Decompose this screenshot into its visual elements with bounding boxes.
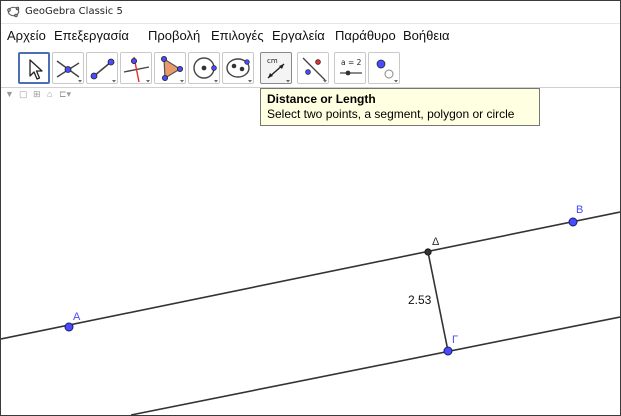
slider-icon: a = 2 (340, 58, 362, 76)
tooltip-description: Select two points, a segment, polygon or… (267, 107, 515, 121)
tooltip-title: Distance or Length (267, 92, 376, 106)
move-arrow-icon (29, 59, 43, 80)
reflect-tool-button[interactable] (297, 52, 329, 84)
geogebra-app-icon (7, 6, 20, 18)
point-gamma-label: Γ (452, 334, 458, 346)
conic-tool-button[interactable] (222, 52, 254, 84)
menu-window[interactable]: Παράθυρο (335, 28, 396, 43)
tool-tooltip: Distance or Length Select two points, a … (260, 88, 540, 126)
point-b[interactable] (568, 217, 578, 227)
line-icon (90, 58, 116, 83)
polygon-icon (161, 56, 184, 83)
menu-file[interactable]: Αρχείο (7, 28, 46, 43)
distance-icon: cm (267, 57, 290, 83)
slider-icon-label: a = 2 (341, 58, 362, 67)
point-icon (56, 60, 82, 83)
parallel-line[interactable] (130, 316, 620, 415)
move-tool-button[interactable] (18, 52, 50, 84)
toolbar: cm a = 2 (1, 47, 620, 88)
circle-tool-button[interactable] (188, 52, 220, 84)
reflect-point-icon (302, 57, 327, 83)
menu-bar: Αρχείο Επεξεργασία Προβολή Επιλογές Εργα… (1, 24, 620, 46)
point-delta-label: Δ (432, 236, 440, 248)
window-title: GeoGebra Classic 5 (25, 6, 123, 17)
polygon-tool-button[interactable] (154, 52, 186, 84)
ellipse-icon (226, 58, 252, 83)
distance-icon-label: cm (267, 57, 278, 65)
show-hide-tool-button[interactable] (368, 52, 400, 84)
point-a[interactable] (64, 322, 74, 332)
title-bar: GeoGebra Classic 5 (1, 1, 620, 24)
point-tool-button[interactable] (52, 52, 84, 84)
graphics-canvas[interactable]: A B Γ Δ 2.53 (1, 89, 620, 415)
circle-center-point-icon (193, 57, 218, 83)
menu-help[interactable]: Βοήθεια (403, 28, 450, 43)
graphics-view[interactable]: A B Γ Δ 2.53 (1, 89, 620, 415)
point-delta[interactable] (424, 248, 432, 256)
line-tool-button[interactable] (86, 52, 118, 84)
distance-value-label: 2.53 (408, 293, 432, 307)
menu-tools[interactable]: Εργαλεία (272, 28, 325, 43)
line-ab[interactable] (1, 211, 620, 340)
point-gamma[interactable] (443, 346, 453, 356)
perpendicular-line-icon (123, 56, 150, 83)
menu-edit[interactable]: Επεξεργασία (54, 28, 129, 43)
point-b-label: B (576, 204, 583, 216)
menu-options[interactable]: Επιλογές (211, 28, 264, 43)
menu-view[interactable]: Προβολή (148, 28, 200, 43)
perpendicular-line-tool-button[interactable] (120, 52, 152, 84)
distance-tool-button[interactable]: cm (260, 52, 292, 84)
slider-tool-button[interactable]: a = 2 (334, 52, 366, 84)
geogebra-window: GeoGebra Classic 5 Αρχείο Επεξεργασία Πρ… (0, 0, 621, 416)
show-hide-icon (376, 59, 398, 83)
point-a-label: A (73, 311, 81, 323)
